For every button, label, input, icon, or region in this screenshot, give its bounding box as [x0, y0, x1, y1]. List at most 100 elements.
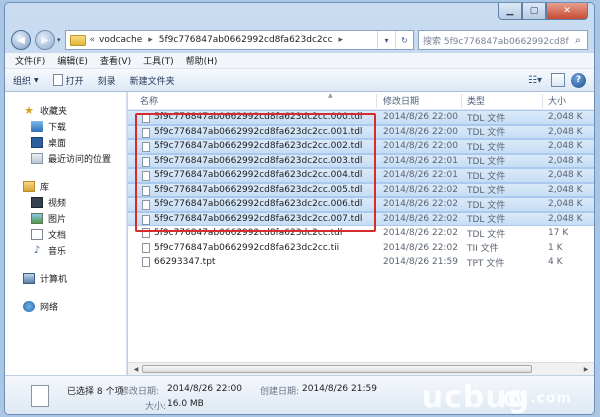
document-icon [52, 74, 63, 86]
column-size[interactable]: 大小 [548, 94, 566, 107]
computer-icon [23, 272, 35, 284]
table-row[interactable]: 5f9c776847ab0662992cd8fa623dc2cc.006.tdl… [128, 197, 594, 212]
maximize-button[interactable]: ▢ [522, 3, 546, 20]
documents-icon [31, 228, 43, 240]
file-icon [142, 228, 150, 238]
nav-videos[interactable]: 视频 [5, 194, 126, 210]
table-row[interactable]: 5f9c776847ab0662992cd8fa623dc2cc.005.tdl… [128, 182, 594, 197]
chevron-down-icon: ▼ [34, 76, 39, 84]
nav-downloads[interactable]: 下载 [5, 118, 126, 134]
modified-label: 修改日期: [120, 387, 160, 397]
file-icon [142, 113, 150, 123]
file-name: 5f9c776847ab0662992cd8fa623dc2cc.001.tdl [154, 126, 363, 137]
refresh-icon[interactable]: ↻ [395, 31, 413, 49]
new-folder-button[interactable]: 新建文件夹 [130, 74, 175, 87]
nav-computer[interactable]: 计算机 [5, 270, 126, 286]
modified-value: 2014/8/26 22:00 [167, 384, 242, 394]
close-button[interactable]: ✕ [546, 3, 588, 20]
view-controls: ☷▾ ? [525, 72, 586, 88]
breadcrumb-separator[interactable]: ▸ [148, 35, 153, 45]
file-size: 4 K [548, 257, 563, 268]
scrollbar-thumb[interactable] [142, 365, 532, 373]
search-icon[interactable]: ⌕ [569, 35, 587, 46]
file-name: 5f9c776847ab0662992cd8fa623dc2cc.007.tdl [154, 213, 363, 224]
address-bar[interactable]: « vodcache ▸ 5f9c776847ab0662992cd8fa623… [64, 30, 414, 50]
column-type[interactable]: 类型 [467, 94, 485, 107]
scroll-left-icon[interactable]: ◀ [130, 364, 142, 374]
preview-pane-icon[interactable] [551, 73, 565, 87]
picture-icon [31, 212, 43, 224]
menu-file[interactable]: 文件(F) [15, 54, 45, 67]
table-row[interactable]: 5f9c776847ab0662992cd8fa623dc2cc.002.tdl… [128, 139, 594, 154]
file-date: 2014/8/26 22:01 [383, 170, 458, 181]
file-icon [142, 185, 150, 196]
download-folder-icon [31, 120, 43, 132]
change-view-icon[interactable]: ☷▾ [525, 72, 545, 88]
file-size: 2,048 K [548, 155, 583, 166]
created-label: 创建日期: [260, 387, 300, 397]
nav-pictures[interactable]: 图片 [5, 210, 126, 226]
column-name[interactable]: 名称 [140, 94, 158, 107]
menu-help[interactable]: 帮助(H) [186, 54, 218, 67]
file-icon [142, 171, 150, 181]
back-button[interactable]: ◀ [11, 30, 31, 50]
nav-documents[interactable]: 文档 [5, 226, 126, 242]
file-size: 2,048 K [548, 170, 583, 181]
address-dropdown-icon[interactable]: ▾ [377, 31, 395, 49]
table-row[interactable]: 5f9c776847ab0662992cd8fa623dc2cc.003.tdl… [128, 153, 594, 168]
file-date: 2014/8/26 22:02 [383, 184, 458, 195]
file-name: 5f9c776847ab0662992cd8fa623dc2cc.tii [154, 242, 340, 253]
nav-desktop[interactable]: 桌面 [5, 134, 126, 150]
burn-button[interactable]: 刻录 [98, 74, 116, 87]
music-icon: ♪ [33, 244, 41, 256]
table-row[interactable]: 5f9c776847ab0662992cd8fa623dc2cc.001.tdl… [128, 124, 594, 139]
address-row: ◀ ▶ ▾ « vodcache ▸ 5f9c776847ab0662992cd… [11, 29, 588, 51]
nav-music[interactable]: ♪ 音乐 [5, 242, 126, 258]
nav-libraries[interactable]: 库 [5, 178, 126, 194]
menu-edit[interactable]: 编辑(E) [57, 54, 88, 67]
minimize-button[interactable]: ▁ [498, 3, 522, 20]
nav-recent-places[interactable]: 最近访问的位置 [5, 150, 126, 166]
file-rows: 5f9c776847ab0662992cd8fa623dc2cc.000.tdl… [128, 110, 594, 270]
video-icon [31, 196, 43, 208]
horizontal-scrollbar[interactable]: ◀ ▶ [128, 362, 594, 375]
organize-button[interactable]: 组织 ▼ [13, 74, 39, 87]
file-size: 2,048 K [548, 199, 583, 210]
table-row[interactable]: 5f9c776847ab0662992cd8fa623dc2cc.tdl 2014… [128, 226, 594, 241]
forward-button[interactable]: ▶ [35, 30, 55, 50]
table-row[interactable]: 5f9c776847ab0662992cd8fa623dc2cc.000.tdl… [128, 110, 594, 125]
recent-places-icon [31, 152, 43, 164]
table-row[interactable]: 5f9c776847ab0662992cd8fa623dc2cc.004.tdl… [128, 168, 594, 183]
table-row[interactable]: 5f9c776847ab0662992cd8fa623dc2cc.tii 2014… [128, 241, 594, 256]
column-date-modified[interactable]: 修改日期 [383, 94, 419, 107]
desktop-icon [31, 136, 43, 148]
file-type: TDL 文件 [467, 215, 506, 226]
menu-tools[interactable]: 工具(T) [143, 54, 174, 67]
scroll-right-icon[interactable]: ▶ [580, 364, 592, 374]
table-row[interactable]: 5f9c776847ab0662992cd8fa623dc2cc.007.tdl… [128, 211, 594, 226]
recent-pages-dropdown[interactable]: ▾ [57, 36, 61, 44]
file-type: TDL 文件 [467, 229, 506, 240]
watermark: ucbug.com [421, 380, 572, 415]
menu-view[interactable]: 查看(V) [100, 54, 131, 67]
search-input[interactable]: 搜索 5f9c776847ab0662992cd8fa6... ⌕ [418, 30, 588, 50]
file-date: 2014/8/26 22:00 [383, 112, 458, 123]
open-button[interactable]: 打开 [52, 74, 84, 87]
file-date: 2014/8/26 22:02 [383, 213, 458, 224]
nav-network[interactable]: 网络 [5, 298, 126, 314]
address-overflow-chevron[interactable]: « [90, 35, 96, 45]
breadcrumb-current-folder[interactable]: 5f9c776847ab0662992cd8fa623dc2cc [159, 35, 333, 45]
nav-favorites[interactable]: ★ 收藏夹 [5, 102, 126, 118]
library-icon [23, 180, 35, 192]
table-row[interactable]: 66293347.tpt 2014/8/26 21:59 TPT 文件 4 K [128, 255, 594, 270]
size-label: 大小: [145, 402, 167, 412]
help-icon[interactable]: ? [571, 72, 586, 88]
search-placeholder: 搜索 5f9c776847ab0662992cd8fa6... [423, 36, 569, 47]
folder-icon [69, 34, 86, 46]
file-size: 2,048 K [548, 184, 583, 195]
file-type: TDL 文件 [467, 113, 506, 124]
breadcrumb-vodcache[interactable]: vodcache [99, 35, 142, 45]
breadcrumb-separator[interactable]: ▸ [339, 35, 344, 45]
file-type: TII 文件 [467, 244, 499, 255]
column-header: ▲ 名称 修改日期 类型 大小 [128, 92, 594, 110]
